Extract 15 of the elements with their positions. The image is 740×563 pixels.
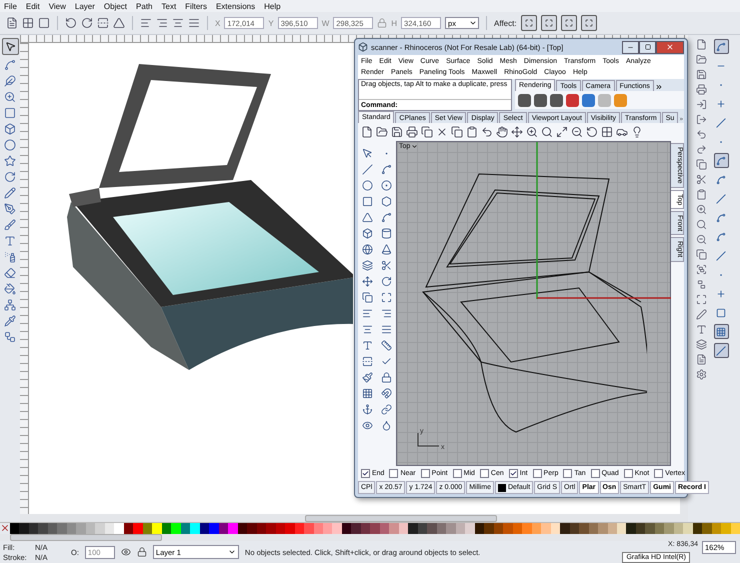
menu-item[interactable]: Filters: [185, 2, 207, 10]
menu-item[interactable]: Object: [104, 2, 128, 10]
x-label: X: [215, 18, 220, 28]
menu-item[interactable]: File: [4, 2, 17, 10]
menu-item[interactable]: Help: [264, 2, 281, 10]
menu-item[interactable]: Path: [136, 2, 152, 10]
menu-item[interactable]: Text: [162, 2, 176, 10]
affect-label: Affect:: [494, 18, 517, 28]
menu-item[interactable]: Extensions: [216, 2, 256, 10]
y-label: Y: [268, 18, 274, 28]
menu-item[interactable]: Edit: [26, 2, 40, 10]
menu-item[interactable]: View: [48, 2, 66, 10]
h-label: H: [391, 18, 398, 28]
w-label: W: [322, 18, 330, 28]
menu-item[interactable]: Layer: [74, 2, 95, 10]
